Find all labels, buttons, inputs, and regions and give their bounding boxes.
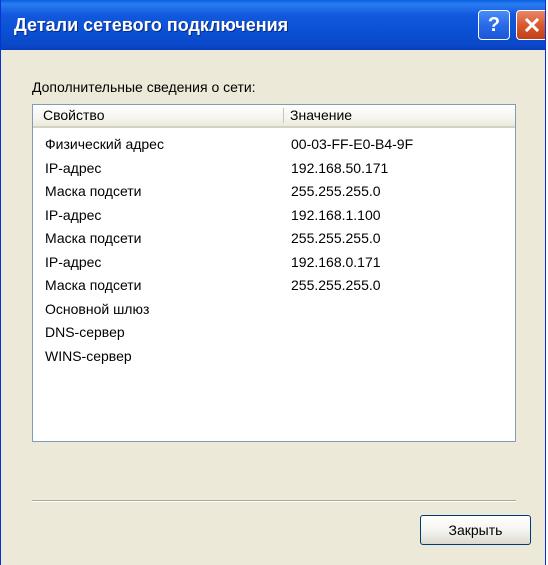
network-details-list[interactable]: Свойство Значение Физический адрес 00-03… (32, 104, 516, 442)
value-cell: 192.168.50.171 (291, 159, 389, 176)
list-rows: Физический адрес 00-03-FF-E0-B4-9F IP-ад… (33, 136, 515, 371)
property-cell: WINS-сервер (45, 347, 132, 364)
window-title: Детали сетевого подключения (14, 15, 289, 35)
list-row[interactable]: Маска подсети 255.255.255.0 (33, 277, 515, 301)
value-cell: 255.255.255.0 (291, 277, 381, 293)
title-bar[interactable]: Детали сетевого подключения ? (1, 0, 545, 50)
help-icon: ? (487, 13, 501, 36)
network-details-dialog: Детали сетевого подключения ? Дополнител… (0, 0, 546, 565)
column-divider[interactable] (283, 108, 284, 123)
close-button[interactable]: Закрыть (420, 515, 531, 545)
property-cell: IP-адрес (45, 253, 102, 270)
list-row[interactable]: Физический адрес 00-03-FF-E0-B4-9F (33, 136, 515, 160)
property-cell: Основной шлюз (45, 300, 150, 317)
list-row[interactable]: Маска подсети 255.255.255.0 (33, 183, 515, 207)
list-header: Свойство Значение (33, 105, 515, 128)
help-button[interactable]: ? (478, 10, 510, 40)
property-cell: Физический адрес (45, 136, 164, 152)
column-header-property[interactable]: Свойство (43, 105, 104, 126)
property-cell: Маска подсети (45, 277, 142, 293)
list-row[interactable]: IP-адрес 192.168.50.171 (33, 160, 515, 184)
list-row[interactable]: Основной шлюз (33, 301, 515, 325)
property-cell: Маска подсети (45, 183, 142, 199)
property-cell: Маска подсети (45, 230, 142, 246)
property-cell: DNS-сервер (45, 324, 125, 340)
value-cell: 00-03-FF-E0-B4-9F (291, 136, 414, 152)
property-cell: IP-адрес (45, 159, 102, 176)
list-row[interactable]: DNS-сервер (33, 324, 515, 348)
value-cell: 192.168.1.100 (291, 206, 381, 223)
value-cell: 255.255.255.0 (291, 183, 381, 199)
list-row[interactable]: WINS-сервер (33, 348, 515, 372)
value-cell: 192.168.0.171 (291, 253, 381, 270)
list-row[interactable]: Маска подсети 255.255.255.0 (33, 230, 515, 254)
section-label: Дополнительные сведения о сети: (32, 79, 256, 95)
close-window-button[interactable] (516, 10, 545, 40)
list-row[interactable]: IP-адрес 192.168.0.171 (33, 254, 515, 278)
separator (32, 500, 516, 502)
property-cell: IP-адрес (45, 206, 102, 223)
close-icon (524, 17, 540, 33)
close-button-label: Закрыть (448, 522, 503, 538)
list-row[interactable]: IP-адрес 192.168.1.100 (33, 207, 515, 231)
value-cell: 255.255.255.0 (291, 230, 381, 246)
column-header-value[interactable]: Значение (290, 105, 352, 126)
